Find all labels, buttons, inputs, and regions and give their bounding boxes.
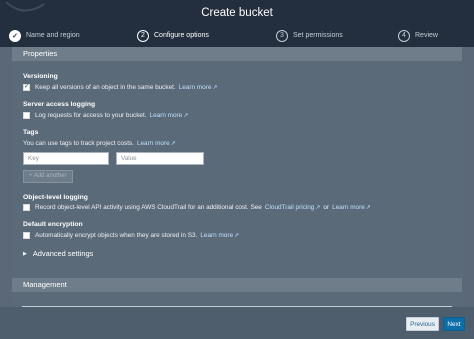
external-link-icon: ↗: [183, 113, 189, 119]
step-name-and-region[interactable]: ✓ Name and region: [9, 25, 80, 46]
access-logging-checkbox[interactable]: [23, 112, 30, 119]
wizard-footer: Previous Next: [0, 307, 474, 339]
tags-text: You can use tags to track project costs.: [23, 140, 134, 147]
object-logging-title: Object-level logging: [23, 194, 88, 201]
encryption-learn-more-link[interactable]: Learn more: [200, 232, 233, 239]
versioning-text: Keep all versions of an object in the sa…: [35, 84, 176, 91]
wizard-steps: ✓ Name and region 2 Configure options 3 …: [0, 25, 474, 46]
tags-title: Tags: [23, 129, 39, 136]
step-number: 4: [398, 29, 410, 42]
external-link-icon: ↗: [212, 85, 218, 91]
object-logging-option: Record object-level API activity using A…: [23, 204, 371, 211]
external-link-icon: ↗: [170, 141, 176, 147]
access-logging-text: Log requests for access to your bucket.: [35, 112, 147, 119]
step-label: Configure options: [154, 32, 209, 39]
object-logging-learn-more-link[interactable]: Learn more: [332, 204, 365, 211]
page-title: Create bucket: [201, 7, 273, 19]
or-text: or: [323, 204, 330, 211]
advanced-settings-toggle[interactable]: ▶ Advanced settings: [23, 249, 93, 258]
access-logging-learn-more-link[interactable]: Learn more: [150, 112, 183, 119]
caret-right-icon: ▶: [23, 250, 27, 257]
tags-description: You can use tags to track project costs.…: [23, 140, 176, 147]
tag-value-input[interactable]: Value: [116, 152, 204, 165]
wizard-body: Properties Versioning ✓ Keep all version…: [12, 47, 462, 307]
add-another-tag-button[interactable]: + Add another: [23, 170, 73, 183]
versioning-learn-more-link[interactable]: Learn more: [179, 84, 212, 91]
wizard-header: Create bucket ✓ Name and region 2 Config…: [0, 0, 474, 47]
encryption-text: Automatically encrypt objects when they …: [35, 232, 198, 239]
properties-heading: Properties: [12, 47, 462, 61]
management-heading: Management: [12, 278, 462, 292]
object-logging-checkbox[interactable]: [23, 204, 30, 211]
external-link-icon: ↗: [315, 205, 321, 211]
external-link-icon: ↗: [234, 233, 240, 239]
step-review[interactable]: 4 Review: [398, 25, 438, 46]
step-set-permissions[interactable]: 3 Set permissions: [276, 25, 343, 46]
encryption-title: Default encryption: [23, 221, 83, 228]
previous-button[interactable]: Previous: [406, 317, 439, 331]
encryption-option: Automatically encrypt objects when they …: [23, 232, 239, 239]
step-label: Set permissions: [293, 32, 343, 39]
step-label: Review: [415, 32, 438, 39]
object-logging-text: Record object-level API activity using A…: [35, 204, 262, 211]
versioning-checkbox[interactable]: ✓: [23, 84, 30, 91]
tag-key-input[interactable]: Key: [23, 152, 109, 165]
advanced-settings-label: Advanced settings: [32, 249, 94, 258]
next-button[interactable]: Next: [443, 317, 465, 331]
cloudtrail-pricing-link[interactable]: CloudTrail pricing: [265, 204, 315, 211]
versioning-title: Versioning: [23, 73, 58, 80]
access-logging-option: Log requests for access to your bucket. …: [23, 112, 188, 119]
access-logging-title: Server access logging: [23, 101, 96, 108]
step-configure-options[interactable]: 2 Configure options: [137, 25, 209, 46]
step-number: 3: [276, 29, 288, 42]
tags-learn-more-link[interactable]: Learn more: [137, 140, 170, 147]
encryption-checkbox[interactable]: [23, 232, 30, 239]
check-icon: ✓: [9, 29, 21, 42]
versioning-option: ✓ Keep all versions of an object in the …: [23, 84, 217, 91]
step-label: Name and region: [26, 32, 80, 39]
external-link-icon: ↗: [365, 205, 371, 211]
step-number: 2: [137, 29, 149, 42]
